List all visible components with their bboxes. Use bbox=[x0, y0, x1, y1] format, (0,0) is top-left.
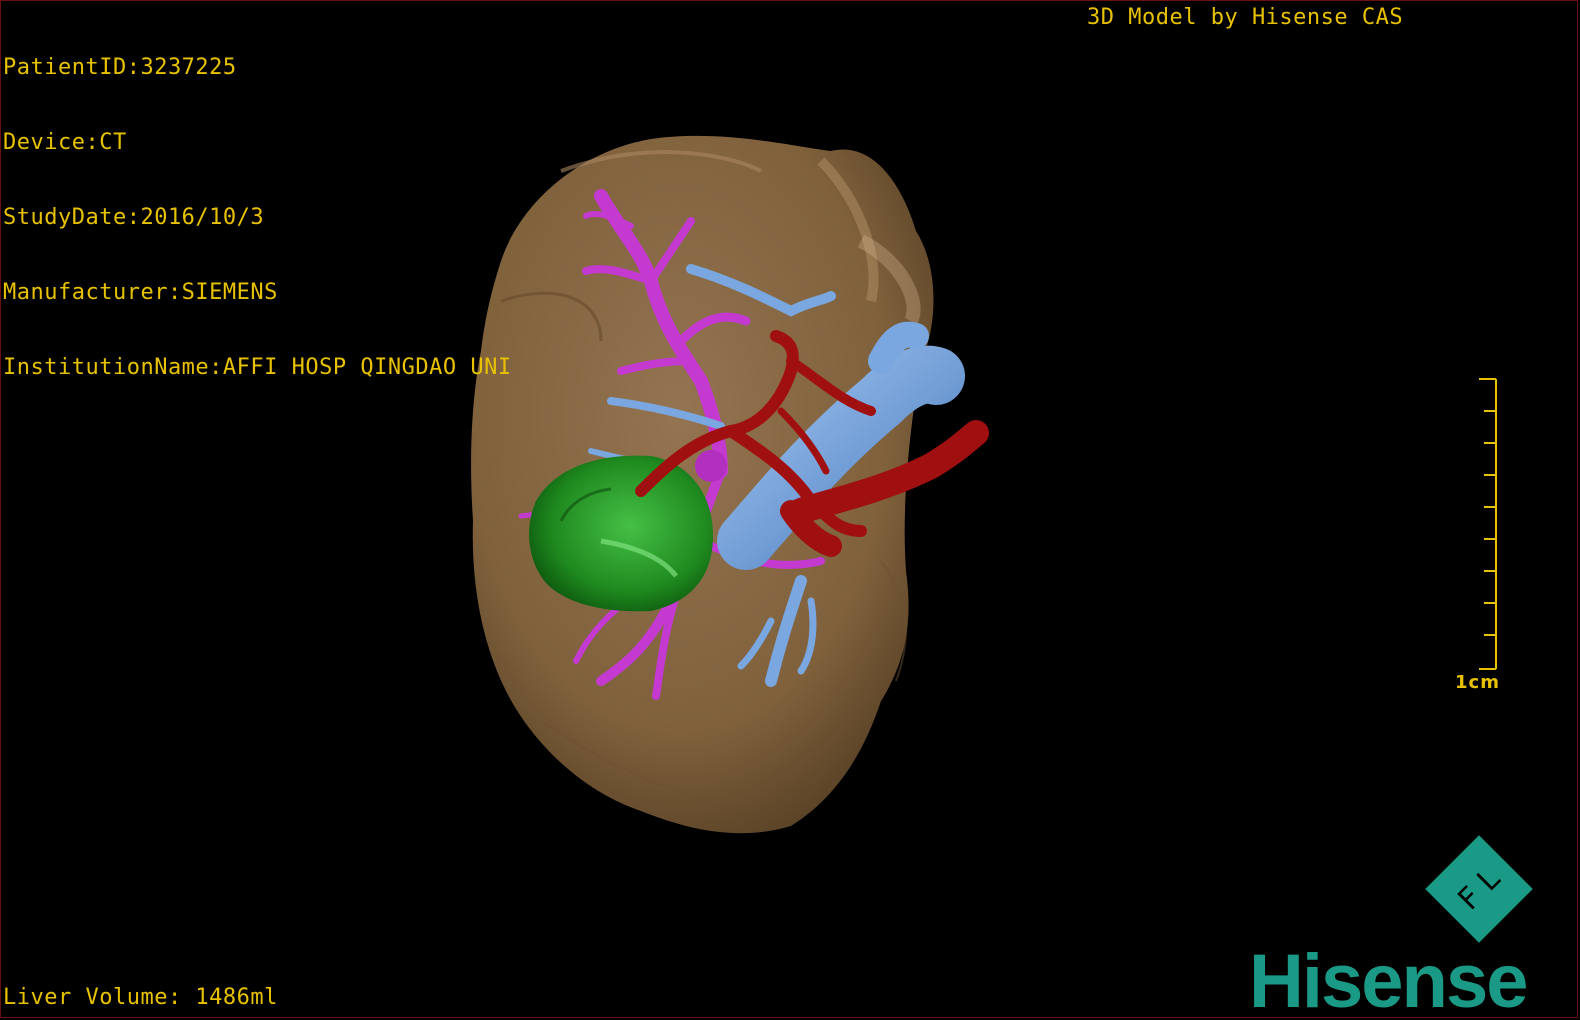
hisense-logo: Hisense bbox=[1249, 939, 1528, 1018]
study-date: StudyDate:2016/10/3 bbox=[3, 205, 265, 230]
scale-bar-label: 1cm bbox=[1455, 672, 1500, 693]
institution-name: InstitutionName:AFFI HOSP QINGDAO UNI bbox=[3, 355, 512, 380]
scale-bar bbox=[1479, 378, 1497, 670]
tumor bbox=[529, 455, 713, 612]
manufacturer: Manufacturer:SIEMENS bbox=[3, 280, 278, 305]
model-credit: 3D Model by Hisense CAS bbox=[1087, 5, 1404, 30]
3d-viewport[interactable]: F L PatientID:3237225 Device:CT StudyDat… bbox=[0, 0, 1578, 1018]
liver-volume: Liver Volume: 1486ml bbox=[3, 985, 278, 1010]
patient-id: PatientID:3237225 bbox=[3, 55, 237, 80]
fl-badge-icon: F L bbox=[1425, 835, 1533, 943]
study-metadata: PatientID:3237225 Device:CT StudyDate:20… bbox=[3, 5, 512, 430]
device: Device:CT bbox=[3, 130, 127, 155]
